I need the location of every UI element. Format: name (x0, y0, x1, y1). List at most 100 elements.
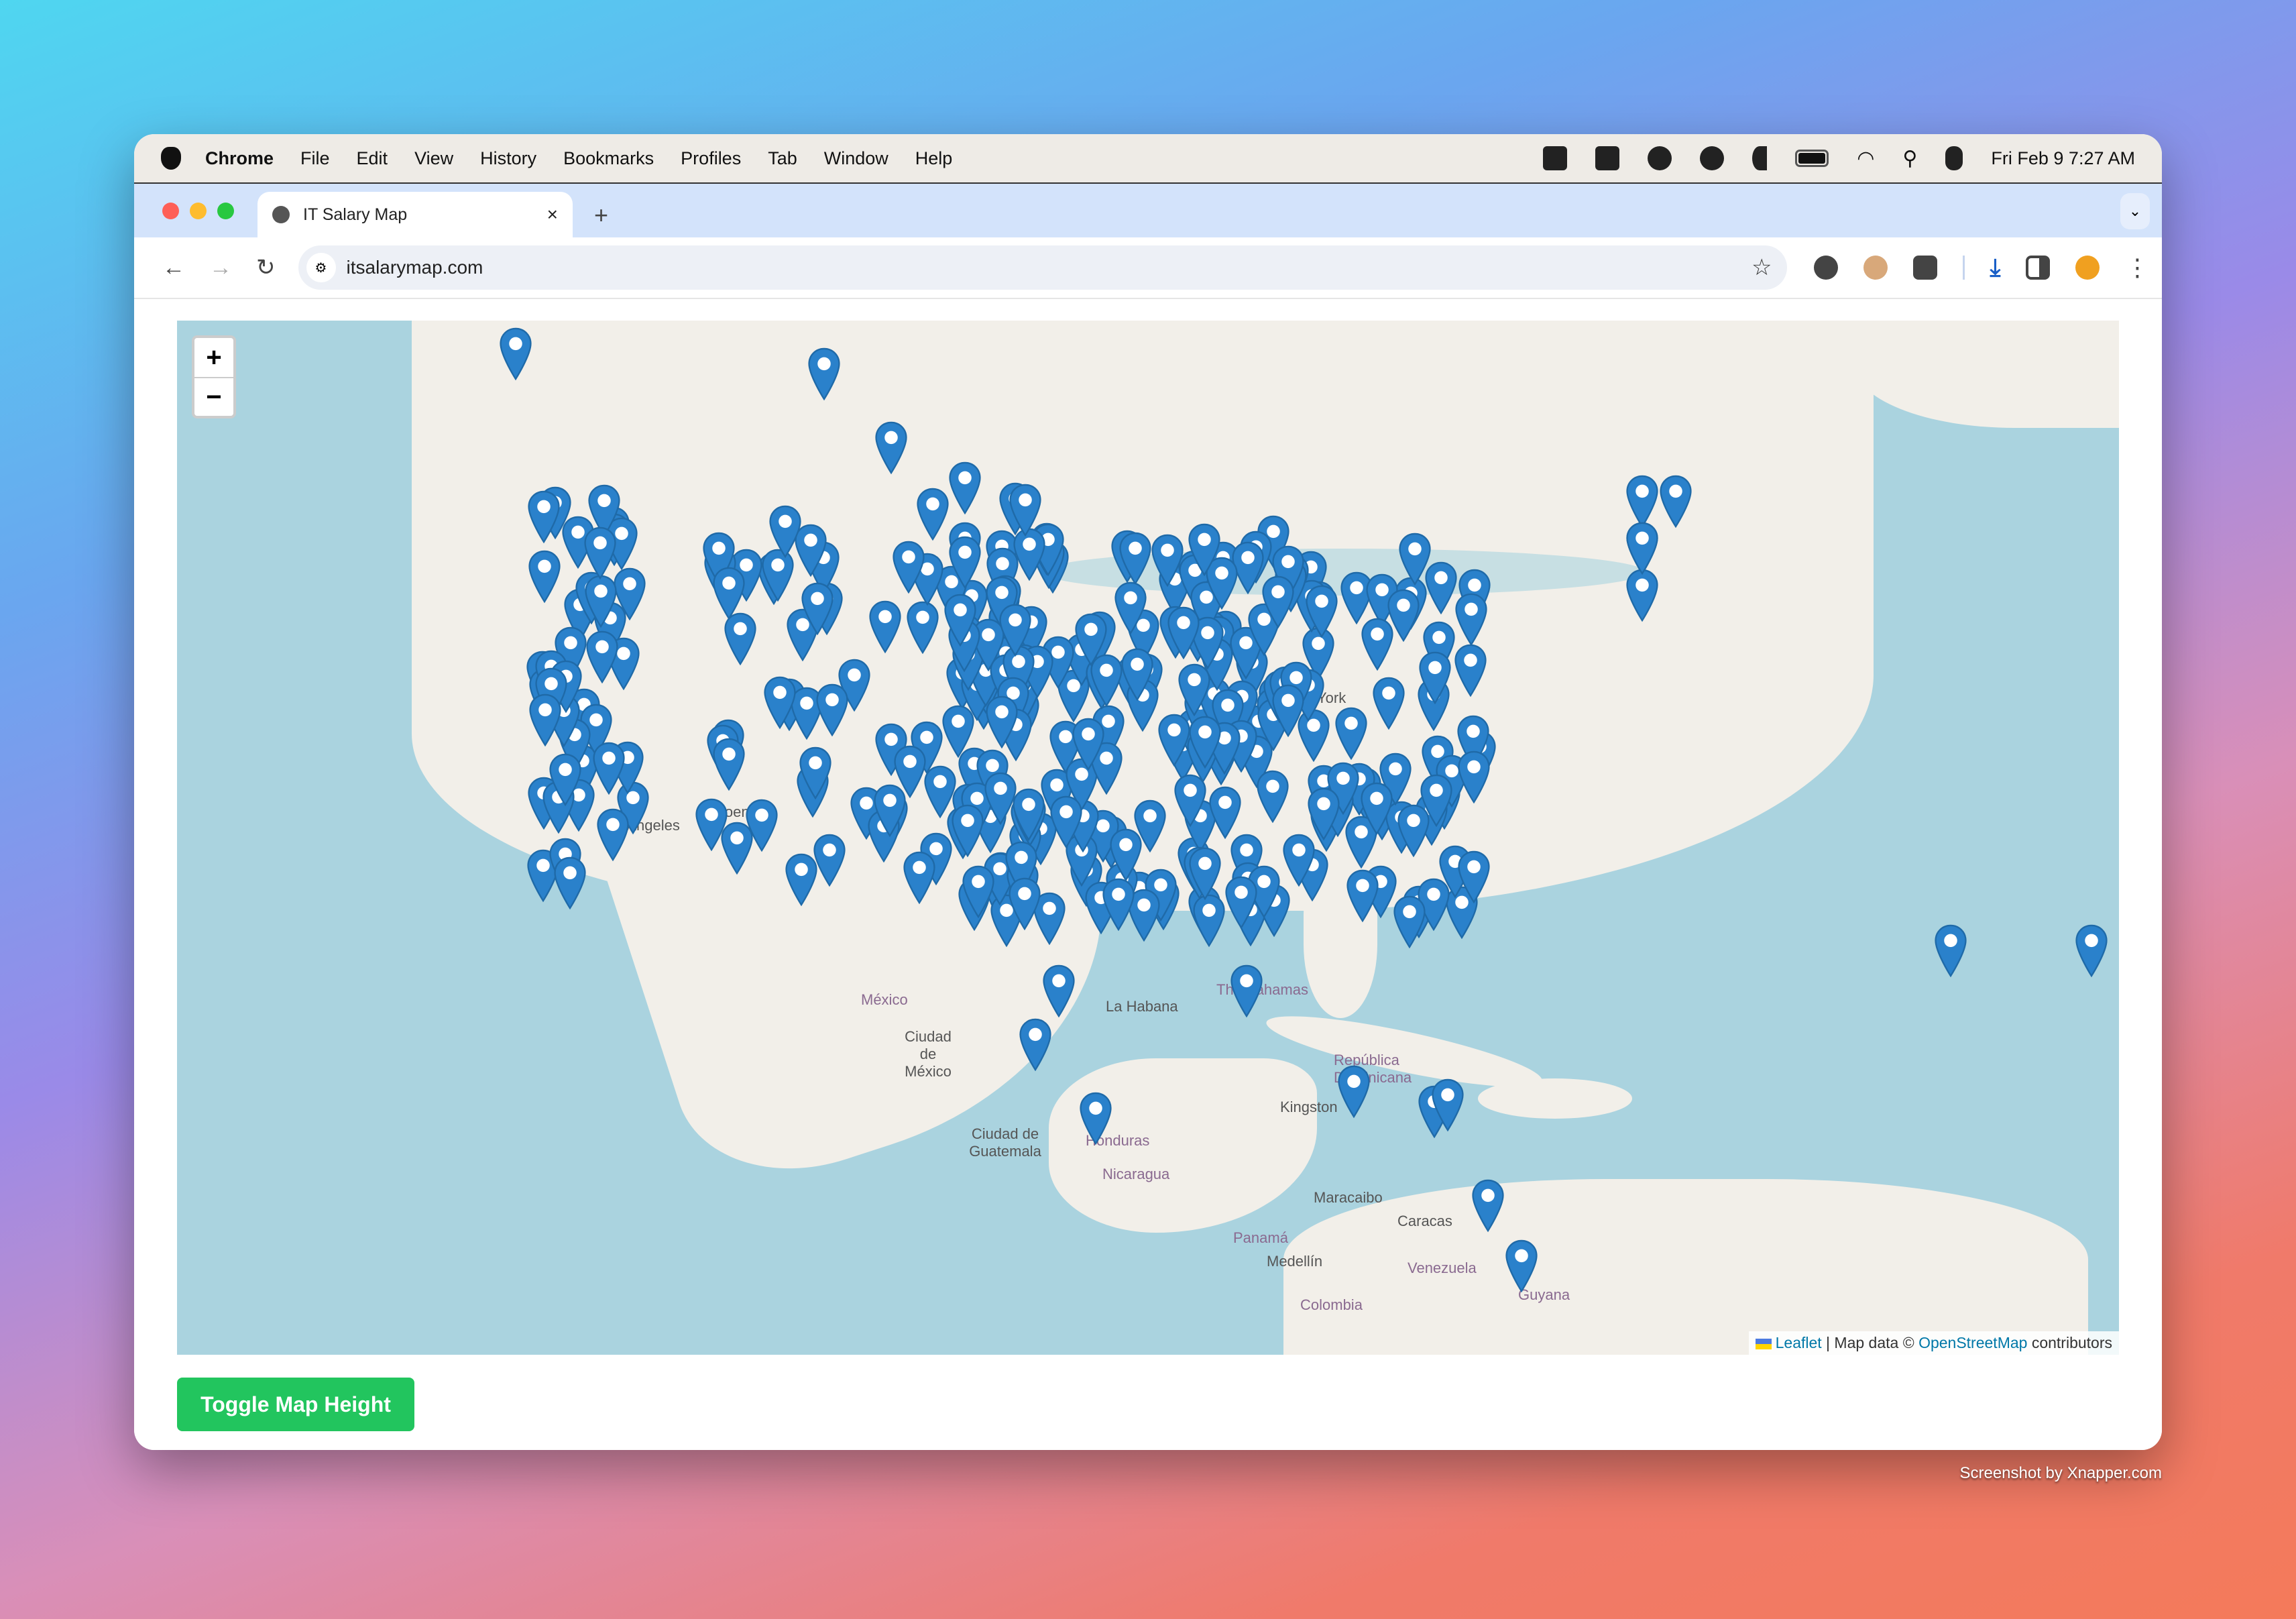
avatar-extension-icon[interactable] (1863, 256, 1888, 280)
address-bar[interactable]: ⚙ itsalarymap.com ☆ (298, 245, 1787, 290)
map-marker-icon[interactable] (1420, 774, 1453, 828)
openstreetmap-link[interactable]: OpenStreetMap (1918, 1334, 2027, 1351)
map-marker-icon[interactable] (1049, 795, 1083, 849)
menu-edit[interactable]: Edit (357, 148, 388, 169)
close-window-button[interactable] (162, 203, 179, 219)
menu-history[interactable]: History (480, 148, 536, 169)
map-marker-icon[interactable] (1261, 575, 1295, 629)
map-marker-icon[interactable] (528, 693, 562, 747)
map-marker-icon[interactable] (1625, 522, 1659, 575)
map-marker-icon[interactable] (1398, 533, 1432, 586)
extensions-puzzle-icon[interactable] (1912, 256, 1937, 280)
map-marker-icon[interactable] (553, 856, 587, 910)
bell-icon[interactable] (1700, 146, 1725, 170)
map-marker-icon[interactable] (1114, 581, 1147, 635)
forward-arrow-icon[interactable]: → (209, 255, 232, 281)
map-marker-icon[interactable] (984, 772, 1017, 826)
tab-search-chevron-icon[interactable]: ⌄ (2120, 193, 2150, 229)
map-marker-icon[interactable] (815, 683, 849, 737)
menu-bookmarks[interactable]: Bookmarks (563, 148, 654, 169)
map-marker-icon[interactable] (584, 575, 618, 628)
map-marker-icon[interactable] (962, 865, 995, 919)
apple-icon[interactable] (161, 147, 181, 170)
sun-extension-icon[interactable] (2075, 256, 2100, 280)
layout-icon[interactable] (1595, 146, 1620, 170)
map-marker-icon[interactable] (1019, 1018, 1052, 1072)
map-marker-icon[interactable] (1307, 787, 1340, 841)
minimize-window-button[interactable] (190, 203, 207, 219)
map-marker-icon[interactable] (1118, 532, 1152, 585)
menu-view[interactable]: View (414, 148, 453, 169)
map-marker-icon[interactable] (527, 490, 561, 544)
map-marker-icon[interactable] (596, 808, 630, 862)
map-marker-icon[interactable] (1505, 1239, 1538, 1293)
map-marker-icon[interactable] (1418, 651, 1452, 705)
map-marker-icon[interactable] (1934, 924, 1967, 978)
reload-icon[interactable]: ↻ (256, 254, 276, 281)
menubar-datetime[interactable]: Fri Feb 9 7:27 AM (1991, 148, 2135, 169)
map-marker-icon[interactable] (1360, 782, 1393, 836)
map-marker-icon[interactable] (499, 327, 532, 381)
map-marker-icon[interactable] (892, 541, 925, 594)
map-marker-icon[interactable] (801, 582, 834, 636)
map-marker-icon[interactable] (998, 604, 1032, 657)
map-marker-icon[interactable] (1072, 718, 1105, 771)
screenshot-icon[interactable] (1543, 146, 1568, 170)
back-arrow-icon[interactable]: ← (162, 255, 185, 281)
map-marker-icon[interactable] (613, 567, 646, 621)
menu-help[interactable]: Help (915, 148, 953, 169)
map-marker-icon[interactable] (1471, 1179, 1505, 1233)
map-marker-icon[interactable] (916, 488, 950, 541)
new-tab-button[interactable]: + (594, 201, 608, 229)
password-manager-icon[interactable] (1813, 256, 1838, 280)
map-marker-icon[interactable] (1224, 876, 1258, 930)
map-marker-icon[interactable] (873, 784, 907, 838)
map-marker-icon[interactable] (1457, 750, 1491, 804)
map-marker-icon[interactable] (1256, 770, 1289, 824)
tab-it-salary-map[interactable]: IT Salary Map × (257, 192, 573, 237)
map-marker-icon[interactable] (1042, 964, 1076, 1018)
side-panel-icon[interactable] (2026, 256, 2051, 280)
map-marker-icon[interactable] (1230, 964, 1263, 1018)
map-marker-icon[interactable] (1282, 834, 1316, 887)
leaflet-map[interactable]: + − Los Angeles Phoenix York México Ciud… (177, 321, 2119, 1355)
tab-close-icon[interactable]: × (547, 204, 558, 225)
map-marker-icon[interactable] (2075, 924, 2108, 978)
battery-icon[interactable] (1795, 150, 1829, 167)
search-icon[interactable]: ⚲ (1902, 147, 1917, 170)
map-marker-icon[interactable] (583, 526, 617, 580)
map-marker-icon[interactable] (1009, 484, 1042, 537)
map-marker-icon[interactable] (948, 536, 982, 590)
map-marker-icon[interactable] (1361, 618, 1394, 671)
map-marker-icon[interactable] (951, 804, 984, 858)
map-marker-icon[interactable] (1334, 707, 1368, 761)
menu-window[interactable]: Window (824, 148, 888, 169)
map-marker-icon[interactable] (1133, 799, 1167, 853)
map-marker-icon[interactable] (1625, 569, 1659, 622)
map-marker-icon[interactable] (1121, 648, 1154, 702)
map-marker-icon[interactable] (712, 567, 746, 620)
map-marker-icon[interactable] (528, 550, 561, 604)
bookmark-star-icon[interactable]: ☆ (1752, 254, 1772, 281)
map-marker-icon[interactable] (1346, 869, 1379, 923)
menu-file[interactable]: File (300, 148, 330, 169)
map-marker-icon[interactable] (1188, 716, 1222, 769)
zoom-out-button[interactable]: − (194, 377, 233, 416)
map-marker-icon[interactable] (1271, 684, 1305, 738)
map-marker-icon[interactable] (1659, 475, 1692, 528)
wifi-icon[interactable]: ◠ (1857, 147, 1874, 170)
map-marker-icon[interactable] (1188, 847, 1222, 901)
download-icon[interactable]: ⤓ (1990, 254, 2001, 282)
map-marker-icon[interactable] (1079, 1092, 1112, 1146)
map-marker-icon[interactable] (813, 834, 846, 887)
maximize-window-button[interactable] (217, 203, 234, 219)
map-marker-icon[interactable] (985, 695, 1019, 749)
password-lock-icon[interactable] (1648, 146, 1672, 170)
toggle-map-height-button[interactable]: Toggle Map Height (177, 1378, 414, 1431)
menu-icon[interactable]: ⋮ (2125, 254, 2149, 282)
map-marker-icon[interactable] (1454, 593, 1488, 647)
map-marker-icon[interactable] (585, 630, 619, 684)
url-text[interactable]: itsalarymap.com (347, 257, 483, 278)
map-marker-icon[interactable] (1431, 1078, 1465, 1132)
map-marker-icon[interactable] (1074, 613, 1108, 667)
